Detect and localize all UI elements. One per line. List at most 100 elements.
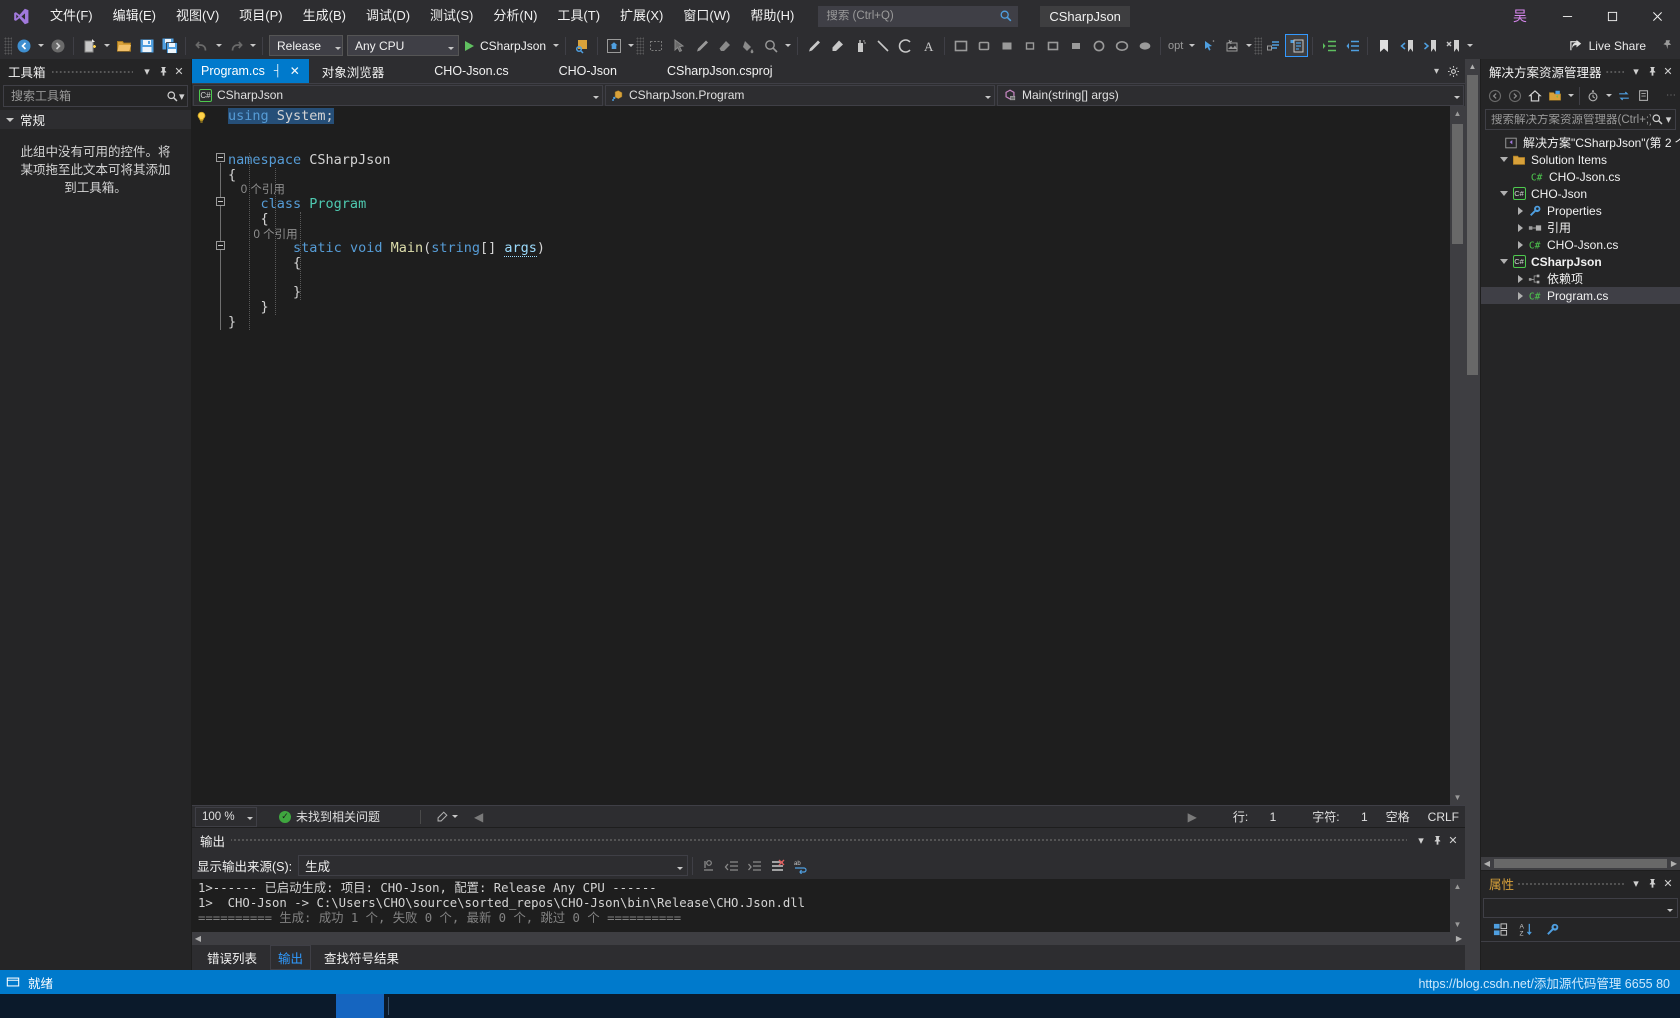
previous-bookmark-icon[interactable]: [1395, 34, 1418, 57]
arc-tool-icon[interactable]: [894, 34, 917, 57]
straight-line-icon[interactable]: [871, 34, 894, 57]
search-icon[interactable]: [1651, 113, 1664, 126]
expander-closed-icon[interactable]: [1513, 206, 1527, 215]
scroll-left-icon[interactable]: ◀: [474, 810, 483, 824]
start-debugging-dropdown[interactable]: [550, 34, 561, 57]
image-dropdown[interactable]: [1243, 34, 1254, 57]
toolbox-search-input[interactable]: [11, 89, 166, 103]
tab-cho-json[interactable]: CHO-Json: [550, 59, 626, 83]
scroll-right-icon[interactable]: ▶: [1188, 810, 1197, 824]
menu-test[interactable]: 测试(S): [420, 0, 483, 32]
clear-bookmarks-icon[interactable]: [1441, 34, 1464, 57]
output-body[interactable]: 1>------ 已启动生成: 项目: CHO-Json, 配置: Releas…: [192, 879, 1465, 932]
undo-dropdown[interactable]: [213, 34, 224, 57]
comment-selection-icon[interactable]: [1262, 34, 1285, 57]
expander-open-icon[interactable]: [1497, 259, 1511, 264]
menu-help[interactable]: 帮助(H): [740, 0, 804, 32]
tree-item-dependencies[interactable]: 依赖项: [1481, 270, 1680, 287]
insert-image-icon[interactable]: [1220, 34, 1243, 57]
preview-in-browser-icon[interactable]: [602, 34, 625, 57]
document-outer-scrollbar[interactable]: ▲: [1465, 59, 1480, 970]
navigate-back-icon[interactable]: [12, 34, 35, 57]
toggle-bookmark-icon[interactable]: [1372, 34, 1395, 57]
show-all-files-icon[interactable]: [1545, 86, 1565, 106]
bottom-tab-find-symbol-results[interactable]: 查找符号结果: [317, 946, 406, 969]
pending-changes-icon[interactable]: [1583, 86, 1603, 106]
close-icon[interactable]: ✕: [1445, 831, 1461, 849]
active-files-dropdown-icon[interactable]: ▾: [1428, 59, 1445, 83]
circle-outline-icon[interactable]: [1087, 34, 1110, 57]
select-tool-icon[interactable]: [644, 34, 667, 57]
user-account-avatar[interactable]: 吴: [1507, 3, 1533, 29]
menu-project[interactable]: 项目(P): [229, 0, 292, 32]
taskbar-item-7[interactable]: [288, 994, 336, 1018]
menu-analyze[interactable]: 分析(N): [483, 0, 547, 32]
navbar-member-combo[interactable]: Main(string[] args): [997, 84, 1464, 106]
toolbox-search-box[interactable]: ▾: [3, 85, 188, 107]
scroll-down-icon[interactable]: ▼: [1450, 790, 1465, 805]
square-outline-2-icon[interactable]: [1041, 34, 1064, 57]
menu-debug[interactable]: 调试(D): [356, 0, 420, 32]
tab-csharpjson-csproj[interactable]: CSharpJson.csproj: [658, 59, 782, 83]
tree-item-csharpjson-project[interactable]: C# CSharpJson: [1481, 253, 1680, 270]
fold-method-icon[interactable]: [216, 241, 225, 250]
tree-item-solution-items[interactable]: Solution Items: [1481, 151, 1680, 168]
taskbar-item-8[interactable]: [393, 994, 441, 1018]
properties-icon[interactable]: [1541, 920, 1563, 940]
eraser-tool-icon[interactable]: [713, 34, 736, 57]
chevron-down-icon[interactable]: [247, 811, 253, 823]
rectangle-filled-icon[interactable]: [995, 34, 1018, 57]
uncomment-selection-icon[interactable]: [1285, 34, 1309, 57]
pin-icon[interactable]: [1644, 63, 1660, 81]
quick-search-box[interactable]: [818, 5, 1019, 27]
rectangle-outline-icon[interactable]: [949, 34, 972, 57]
menu-extensions[interactable]: 扩展(X): [610, 0, 673, 32]
solution-explorer-search-box[interactable]: ▾: [1485, 109, 1676, 130]
fold-namespace-icon[interactable]: [216, 153, 225, 162]
clear-all-icon[interactable]: [766, 854, 789, 877]
properties-object-combo[interactable]: [1483, 898, 1678, 918]
tab-program-cs[interactable]: Program.cs ┤ ✕: [192, 59, 309, 83]
go-to-previous-icon[interactable]: [720, 854, 743, 877]
line-tool-icon[interactable]: [802, 34, 825, 57]
scroll-right-icon[interactable]: ▶: [1453, 934, 1465, 943]
configuration-combo[interactable]: Release: [269, 35, 343, 56]
taskbar-item-6[interactable]: [240, 994, 288, 1018]
alphabetical-icon[interactable]: AZ: [1515, 920, 1537, 940]
chevron-down-icon[interactable]: ▾: [1413, 831, 1429, 849]
scroll-up-icon[interactable]: ▲: [1465, 59, 1480, 73]
tab-cho-json-cs[interactable]: CHO-Json.cs: [425, 59, 517, 83]
se-hscroll-thumb[interactable]: [1494, 859, 1667, 868]
solution-explorer-search-dropdown-icon[interactable]: ▾: [1664, 111, 1673, 129]
menu-file[interactable]: 文件(F): [40, 0, 103, 32]
preview-dropdown[interactable]: [625, 34, 636, 57]
chevron-down-icon[interactable]: ▾: [1628, 875, 1644, 893]
source-control-icon[interactable]: [6, 975, 20, 989]
decrease-indent-icon[interactable]: [1340, 34, 1363, 57]
code-text[interactable]: using System; namespace CSharpJson { 0 个…: [228, 106, 1450, 805]
redo-dropdown[interactable]: [247, 34, 258, 57]
scroll-up-icon[interactable]: ▲: [1450, 106, 1465, 121]
categorized-icon[interactable]: [1489, 920, 1511, 940]
save-icon[interactable]: [135, 34, 158, 57]
navigate-back-dropdown[interactable]: [35, 34, 46, 57]
go-to-next-icon[interactable]: [743, 854, 766, 877]
solution-explorer-tree[interactable]: 解决方案"CSharpJson"(第 2 个项目, Solution Items…: [1481, 132, 1680, 857]
solution-explorer-search-input[interactable]: [1491, 113, 1651, 126]
expander-open-icon[interactable]: [1497, 191, 1511, 196]
pin-icon[interactable]: [155, 63, 171, 81]
fold-class-icon[interactable]: [216, 197, 225, 206]
output-horizontal-scrollbar[interactable]: ◀ ▶: [192, 932, 1465, 945]
next-bookmark-icon[interactable]: [1418, 34, 1441, 57]
tree-item-properties[interactable]: Properties: [1481, 202, 1680, 219]
tree-item-cho-json-cs-2[interactable]: C# CHO-Json.cs: [1481, 236, 1680, 253]
toolbar-overflow-icon[interactable]: ⋯: [1666, 90, 1680, 101]
code-editor[interactable]: using System; namespace CSharpJson { 0 个…: [192, 106, 1465, 805]
new-project-dropdown[interactable]: [101, 34, 112, 57]
scroll-left-icon[interactable]: ◀: [1481, 859, 1493, 868]
solution-explorer-horizontal-scrollbar[interactable]: ◀ ▶: [1481, 857, 1680, 870]
tab-object-browser[interactable]: 对象浏览器: [313, 59, 394, 83]
toolbox-search-dropdown-icon[interactable]: ▾: [179, 87, 185, 105]
chevron-down-icon[interactable]: [1444, 88, 1460, 102]
navigate-forward-icon[interactable]: [46, 34, 69, 57]
